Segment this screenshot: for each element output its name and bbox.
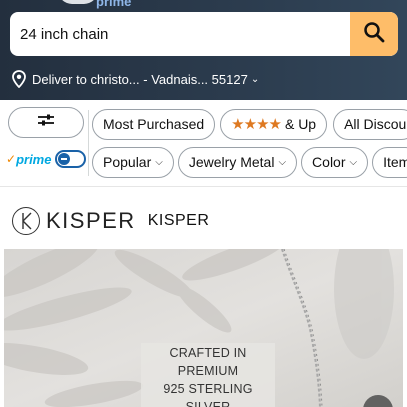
search-input[interactable] [10, 12, 350, 56]
brand-header[interactable]: KISPER KISPER [12, 206, 209, 236]
caption-line-1: CRAFTED IN PREMIUM [169, 346, 247, 378]
filter-jewelry-metal[interactable]: Jewelry Metal ⌵ [177, 146, 298, 178]
chevron-down-icon: ⌄ [250, 73, 260, 85]
filter-label: All Discou [344, 116, 407, 132]
header-prime-label: prime [96, 0, 132, 9]
star-rating-icon: ★★★★ [231, 116, 282, 133]
brand-logo-icon [12, 207, 40, 235]
filter-stars-and-up[interactable]: ★★★★ & Up [220, 108, 328, 140]
filter-most-purchased[interactable]: Most Purchased [92, 108, 216, 140]
chevron-down-icon: ⌵ [278, 156, 287, 168]
location-pin-icon [12, 70, 26, 88]
deliver-to-location[interactable]: Deliver to christo... - Vadnais... 55127… [12, 68, 259, 90]
top-header: prime Deliver to christo... - Vadnais...… [0, 0, 407, 100]
search-bar [10, 12, 398, 56]
filter-label: Most Purchased [103, 116, 205, 132]
filter-row-1: Most Purchased ★★★★ & Up All Discou [0, 107, 407, 141]
logo-swoosh [58, 0, 98, 4]
filter-color[interactable]: Color ⌵ [301, 146, 369, 178]
filter-all-discounts[interactable]: All Discou [333, 108, 407, 140]
chevron-down-icon: ⌵ [349, 156, 358, 168]
caption-line-2: 925 STERLING SILVER [163, 382, 253, 407]
section-divider [0, 186, 407, 187]
filter-label: Popular [103, 154, 152, 170]
amazon-logo[interactable] [58, 0, 98, 4]
deliver-text: Deliver to christo... - Vadnais... 55127 [32, 71, 248, 87]
filter-row-2: Popular ⌵ Jewelry Metal ⌵ Color ⌵ Item [0, 145, 407, 179]
filter-label: Item [383, 154, 407, 170]
filter-label: Jewelry Metal [188, 154, 275, 170]
filter-label: & Up [284, 116, 317, 132]
filter-item[interactable]: Item [372, 146, 407, 178]
search-button[interactable] [350, 12, 398, 56]
product-image[interactable]: CRAFTED IN PREMIUM 925 STERLING SILVER [4, 249, 403, 407]
search-icon [362, 20, 386, 49]
filter-popular[interactable]: Popular ⌵ [92, 146, 174, 178]
brand-logo-wordmark: KISPER [46, 208, 136, 233]
brand-name[interactable]: KISPER [148, 212, 210, 230]
chevron-down-icon: ⌵ [155, 156, 163, 168]
product-caption: CRAFTED IN PREMIUM 925 STERLING SILVER [141, 343, 275, 407]
filter-label: Color [312, 154, 346, 170]
